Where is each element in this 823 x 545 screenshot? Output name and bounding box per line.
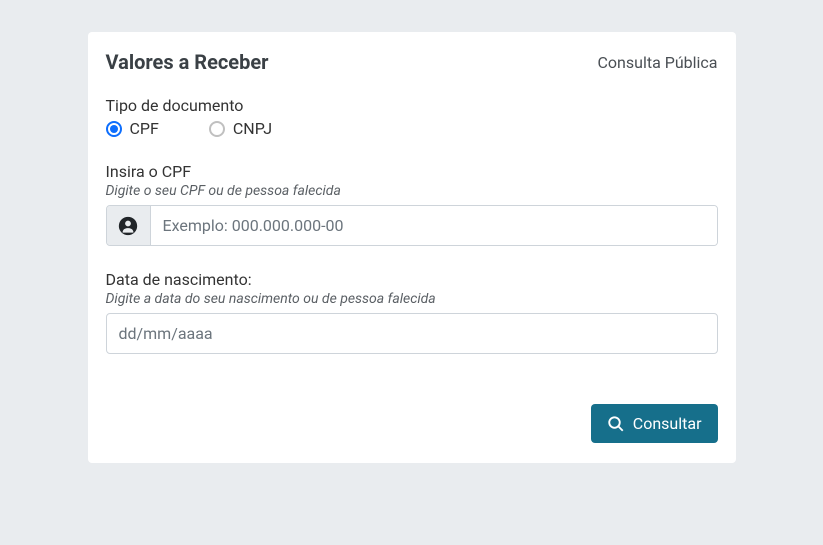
doc-type-group: Tipo de documento CPF CNPJ [106, 96, 718, 138]
radio-label-cpf: CPF [130, 119, 159, 138]
card-header: Valores a Receber Consulta Pública [106, 50, 718, 74]
page-title: Valores a Receber [106, 50, 269, 74]
birthdate-input[interactable] [106, 313, 718, 354]
cpf-input-group [106, 205, 718, 246]
doc-type-radio-row: CPF CNPJ [106, 119, 718, 138]
radio-option-cnpj[interactable]: CNPJ [209, 119, 272, 138]
doc-type-label: Tipo de documento [106, 96, 718, 115]
birthdate-hint: Digite a data do seu nascimento ou de pe… [106, 291, 718, 307]
submit-button[interactable]: Consultar [591, 404, 718, 443]
radio-circle-cnpj [209, 121, 225, 137]
form-card: Valores a Receber Consulta Pública Tipo … [88, 32, 736, 463]
radio-option-cpf[interactable]: CPF [106, 119, 159, 138]
submit-button-label: Consultar [633, 414, 702, 433]
birthdate-label: Data de nascimento: [106, 270, 718, 289]
radio-label-cnpj: CNPJ [233, 119, 272, 138]
cpf-label: Insira o CPF [106, 162, 718, 181]
radio-circle-cpf [106, 121, 122, 137]
cpf-section: Insira o CPF Digite o seu CPF ou de pess… [106, 162, 718, 246]
birthdate-section: Data de nascimento: Digite a data do seu… [106, 270, 718, 354]
actions-row: Consultar [106, 404, 718, 443]
page-subtitle: Consulta Pública [597, 53, 717, 72]
cpf-input[interactable] [151, 206, 717, 245]
user-icon [107, 206, 151, 245]
search-icon [607, 415, 625, 433]
cpf-hint: Digite o seu CPF ou de pessoa falecida [106, 183, 718, 199]
